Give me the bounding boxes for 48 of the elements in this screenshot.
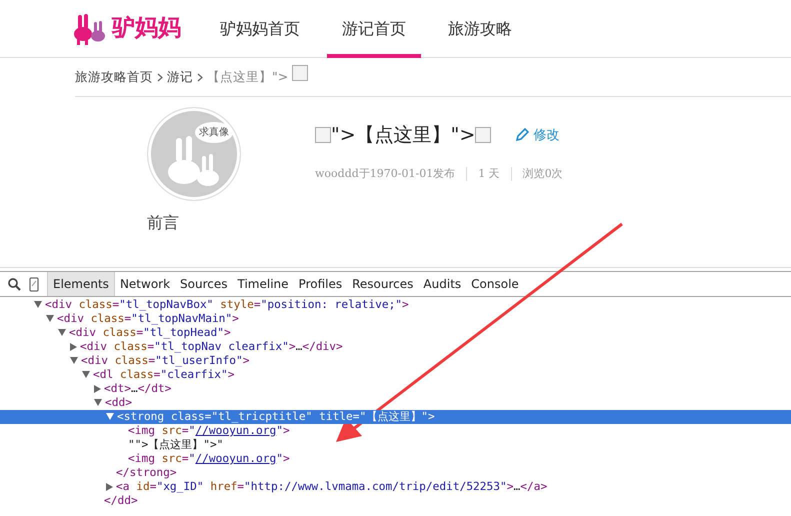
breadcrumb-current: 【点这里】">	[207, 68, 288, 86]
broken-image-icon	[475, 127, 492, 144]
post-meta: 1 天	[478, 166, 500, 182]
devtools-tab[interactable]: Timeline	[232, 272, 294, 296]
devtools-tab[interactable]: Network	[114, 272, 176, 296]
dom-node-line[interactable]: <div class="tl_topHead">	[0, 326, 791, 340]
broken-image-icon	[292, 65, 308, 81]
rabbit-logo-icon	[72, 12, 108, 46]
breadcrumb-link[interactable]: 旅游攻略首页	[75, 68, 153, 86]
rabbit-drawing	[168, 136, 219, 186]
devtools-tab[interactable]: Console	[466, 272, 524, 296]
edit-link[interactable]: 修改	[515, 126, 560, 145]
nav-tab[interactable]: 驴妈妈首页	[205, 0, 315, 58]
section-heading: 前言	[147, 212, 180, 234]
dom-node-line[interactable]: <img src="//wooyun.org">	[0, 424, 791, 438]
search-icon[interactable]	[8, 278, 21, 290]
dom-node-line[interactable]: "">【点这里】">"	[0, 438, 791, 452]
expand-triangle-icon[interactable]	[70, 342, 77, 351]
devtools-tab[interactable]: Profiles	[294, 272, 348, 296]
devtools-tab[interactable]: Sources	[175, 272, 233, 296]
dom-node-line[interactable]: <dl class="clearfix">	[0, 368, 791, 382]
broken-image-icon	[315, 127, 331, 144]
dom-node-line[interactable]: <div class="tl_topNav clearfix">…</div>	[0, 340, 791, 354]
dom-closing-tag: </dd>	[0, 494, 791, 508]
post-meta: wooddd于1970-01-01发布	[315, 166, 456, 182]
dom-node-line[interactable]: <img src="//wooyun.org">	[0, 452, 791, 466]
nav-tab[interactable]: 旅游攻略	[433, 0, 527, 58]
dom-node-line[interactable]: <div class="tl_topNavBox" style="position: relative;">	[0, 298, 791, 312]
chevron-right-icon	[157, 72, 163, 82]
breadcrumb-link[interactable]: 游记	[167, 68, 193, 86]
mobile-device-icon[interactable]	[29, 276, 39, 292]
speech-bubble: 求真像	[195, 122, 233, 143]
chevron-right-icon	[197, 72, 203, 82]
dom-node-line[interactable]: <div class="tl_userInfo">	[0, 354, 791, 368]
pencil-icon	[515, 128, 530, 142]
devtools-tab[interactable]: Audits	[418, 272, 466, 296]
nav-tab[interactable]: 游记首页	[327, 0, 421, 58]
post-meta: 浏览0次	[522, 166, 563, 182]
expand-triangle-icon[interactable]	[94, 384, 101, 393]
devtools-tab[interactable]: Resources	[347, 272, 418, 296]
expand-triangle-icon[interactable]	[106, 482, 113, 491]
dom-node-line[interactable]: <dt>…</dt>	[0, 382, 791, 396]
devtools-tab[interactable]: Elements	[47, 272, 115, 296]
dom-closing-tag: </strong>	[0, 466, 791, 480]
dom-node-line[interactable]: <a id="xg_ID" href="http://www.lvmama.com/trip/edit/52253">…</a>	[0, 480, 791, 494]
dom-node-line[interactable]: <div class="tl_topNavMain">	[0, 312, 791, 326]
logo-text[interactable]: 驴妈妈	[112, 11, 181, 46]
post-title: ">【点这里】">	[331, 123, 476, 148]
